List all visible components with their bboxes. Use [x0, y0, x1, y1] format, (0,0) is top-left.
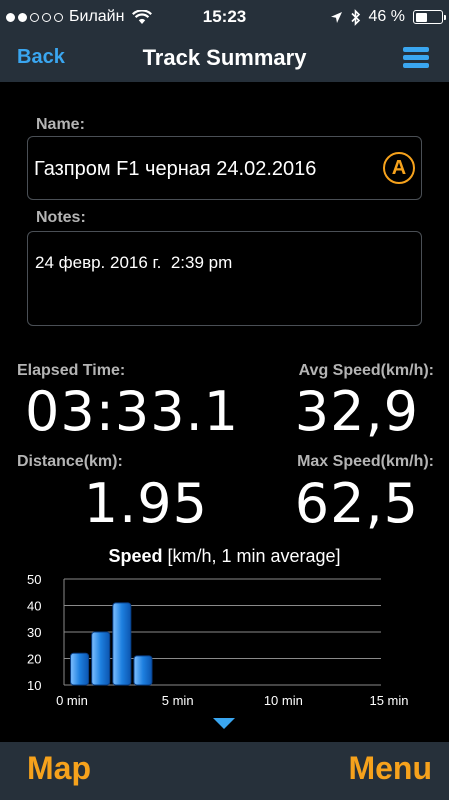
elapsed-time-label: Elapsed Time: [17, 362, 126, 379]
name-value: Газпром F1 черная 24.02.2016 [34, 158, 317, 180]
chart-y-tick-label: 10 [27, 678, 41, 693]
chart-x-tick-label: 5 min [162, 693, 194, 708]
battery-icon [413, 10, 446, 24]
chart-x-tick-label: 10 min [264, 693, 303, 708]
name-field[interactable]: Газпром F1 черная 24.02.2016 A [27, 136, 422, 200]
chart-bar [70, 652, 90, 686]
notes-value: 24 февр. 2016 г. 2:39 pm [35, 253, 233, 272]
map-button[interactable]: Map [27, 750, 91, 787]
avg-speed-value: 32,9 [294, 380, 419, 443]
status-bar: Билайн 15:23 46 % [0, 0, 449, 34]
chart-x-tick-label: 0 min [56, 693, 88, 708]
location-arrow-icon [330, 11, 342, 23]
chart-title-bold: Speed [108, 546, 163, 566]
menu-button[interactable]: Menu [348, 750, 432, 787]
bluetooth-icon [350, 8, 360, 26]
auto-name-icon[interactable]: A [383, 152, 415, 184]
navigation-bar: Back Track Summary [0, 34, 449, 82]
chart-bar [112, 602, 132, 686]
speed-chart: 10 20 30 40 50 0 min 5 min 10 min 15 min [27, 572, 409, 708]
chart-y-tick-label: 40 [27, 599, 41, 614]
chart-title-unit: [km/h, 1 min average] [162, 546, 341, 566]
chart-y-tick-label: 20 [27, 652, 41, 667]
chart-y-tick-label: 30 [27, 625, 41, 640]
battery-percent: 46 % [368, 8, 405, 25]
distance-label: Distance(km): [17, 453, 123, 470]
distance-value: 1.95 [83, 472, 208, 535]
bottom-toolbar: Map Menu [0, 742, 449, 800]
chart-title: Speed [km/h, 1 min average] [0, 546, 449, 567]
page-title: Track Summary [142, 45, 307, 70]
max-speed-label: Max Speed(km/h): [297, 453, 434, 470]
chart-bar [91, 631, 111, 686]
chart-x-tick-label: 15 min [369, 693, 408, 708]
name-label: Name: [36, 116, 85, 133]
max-speed-value: 62,5 [294, 472, 419, 535]
chart-bar [133, 655, 153, 686]
notes-label: Notes: [36, 209, 86, 226]
avg-speed-label: Avg Speed(km/h): [298, 362, 434, 379]
hamburger-menu-icon[interactable] [403, 47, 429, 68]
chart-y-tick-label: 50 [27, 572, 41, 587]
elapsed-time-value: 03:33.1 [25, 380, 240, 443]
collapse-arrow-icon[interactable] [213, 718, 235, 729]
status-right: 46 % [330, 7, 446, 27]
notes-field[interactable]: 24 февр. 2016 г. 2:39 pm [27, 231, 422, 326]
